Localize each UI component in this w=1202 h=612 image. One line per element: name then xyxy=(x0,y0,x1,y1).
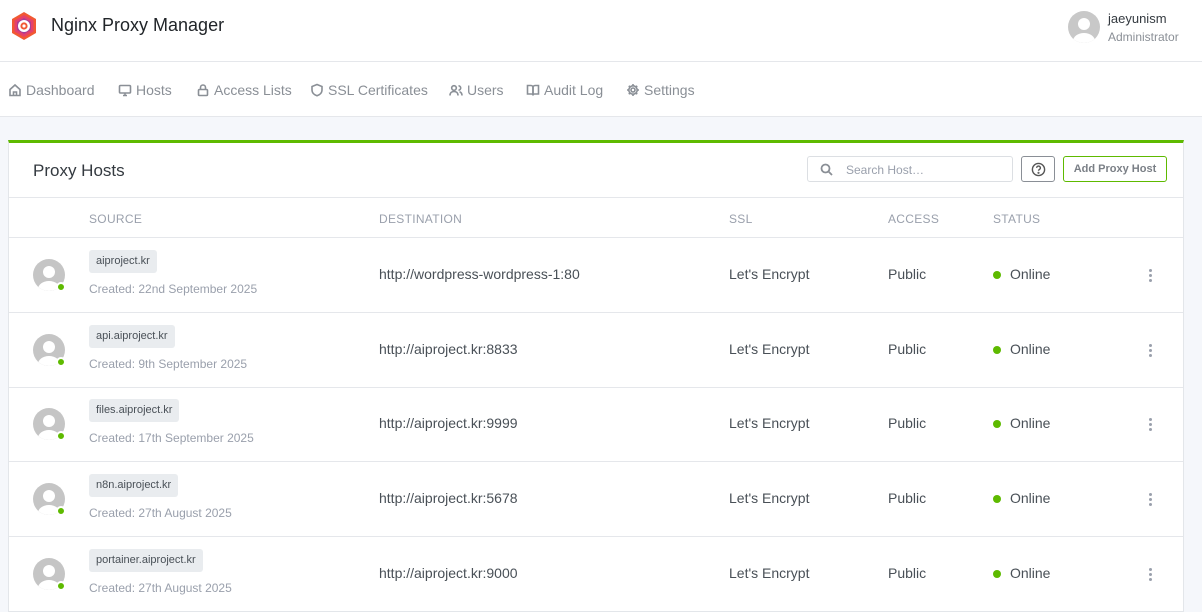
status: Online xyxy=(1010,565,1051,581)
status: Online xyxy=(1010,266,1051,282)
access: Public xyxy=(888,266,927,282)
destination: http://aiproject.kr:9999 xyxy=(379,415,518,431)
user-avatar[interactable] xyxy=(1068,11,1100,43)
gear-icon xyxy=(627,84,639,96)
created-date: Created: 9th September 2025 xyxy=(89,357,248,371)
nav-label: Hosts xyxy=(136,82,172,98)
user-name[interactable]: jaeyunism xyxy=(1108,11,1167,26)
nav-label: Dashboard xyxy=(26,82,95,98)
column-header-status[interactable]: STATUS xyxy=(993,212,1040,226)
domain-tag[interactable]: aiproject.kr xyxy=(89,250,157,273)
top-header: Nginx Proxy Manager jaeyunism Administra… xyxy=(0,0,1202,62)
ssl: Let's Encrypt xyxy=(729,490,810,506)
monitor-icon xyxy=(118,84,132,97)
nav-label: Audit Log xyxy=(544,82,604,98)
status-dot xyxy=(993,271,1001,279)
online-indicator xyxy=(56,431,66,441)
status-dot xyxy=(993,346,1001,354)
domain-tag[interactable]: portainer.aiproject.kr xyxy=(89,549,203,572)
main-nav: Dashboard Hosts Access Lists SSL Certifi… xyxy=(0,62,1202,117)
created-date: Created: 27th August 2025 xyxy=(89,506,232,520)
row-menu-icon[interactable] xyxy=(1142,488,1158,510)
app-title: Nginx Proxy Manager xyxy=(51,15,225,35)
nav-audit-log[interactable]: Audit Log xyxy=(526,81,603,99)
user-role: Administrator xyxy=(1108,30,1179,44)
help-button[interactable] xyxy=(1021,156,1055,182)
column-header-destination[interactable]: DESTINATION xyxy=(379,212,462,226)
nav-settings[interactable]: Settings xyxy=(626,81,695,99)
lock-icon xyxy=(197,84,209,97)
access: Public xyxy=(888,490,927,506)
status-dot xyxy=(993,420,1001,428)
column-header-ssl[interactable]: SSL xyxy=(729,212,753,226)
search-input[interactable] xyxy=(846,161,1006,178)
row-menu-icon[interactable] xyxy=(1142,413,1158,435)
nav-dashboard[interactable]: Dashboard xyxy=(8,81,95,99)
search-box xyxy=(807,156,1013,182)
nav-label: Access Lists xyxy=(214,82,292,98)
status-dot xyxy=(993,495,1001,503)
online-indicator xyxy=(56,506,66,516)
access: Public xyxy=(888,341,927,357)
table-row[interactable]: files.aiproject.kr Created: 17th Septemb… xyxy=(9,387,1183,462)
row-menu-icon[interactable] xyxy=(1142,264,1158,286)
access: Public xyxy=(888,415,927,431)
shield-icon xyxy=(311,83,323,97)
created-date: Created: 17th September 2025 xyxy=(89,431,254,445)
card-title: Proxy Hosts xyxy=(33,161,125,180)
home-icon xyxy=(9,83,21,97)
table-row[interactable]: portainer.aiproject.kr Created: 27th Aug… xyxy=(9,537,1183,612)
online-indicator xyxy=(56,357,66,367)
nav-users[interactable]: Users xyxy=(449,81,504,99)
online-indicator xyxy=(56,282,66,292)
nav-hosts[interactable]: Hosts xyxy=(118,81,172,99)
nav-label: SSL Certificates xyxy=(328,82,428,98)
table-row[interactable]: aiproject.kr Created: 22nd September 202… xyxy=(9,238,1183,313)
created-date: Created: 22nd September 2025 xyxy=(89,282,258,296)
ssl: Let's Encrypt xyxy=(729,341,810,357)
ssl: Let's Encrypt xyxy=(729,415,810,431)
proxy-hosts-card: Proxy Hosts Add Proxy Host SOURCE DESTIN… xyxy=(8,140,1184,612)
card-header: Proxy Hosts Add Proxy Host xyxy=(9,143,1183,198)
nginx-proxy-manager-logo[interactable] xyxy=(9,11,39,41)
column-header-source[interactable]: SOURCE xyxy=(89,212,142,226)
status: Online xyxy=(1010,415,1051,431)
users-icon xyxy=(449,84,463,96)
nav-access-lists[interactable]: Access Lists xyxy=(196,81,292,99)
nav-label: Users xyxy=(467,82,504,98)
status: Online xyxy=(1010,490,1051,506)
table-row[interactable]: n8n.aiproject.kr Created: 27th August 20… xyxy=(9,462,1183,537)
destination: http://aiproject.kr:9000 xyxy=(379,565,518,581)
book-icon xyxy=(526,84,540,96)
table-row[interactable]: api.aiproject.kr Created: 9th September … xyxy=(9,313,1183,388)
add-proxy-host-button[interactable]: Add Proxy Host xyxy=(1063,156,1167,182)
domain-tag[interactable]: files.aiproject.kr xyxy=(89,399,180,422)
domain-tag[interactable]: api.aiproject.kr xyxy=(89,325,175,348)
domain-tag[interactable]: n8n.aiproject.kr xyxy=(89,474,179,497)
ssl: Let's Encrypt xyxy=(729,565,810,581)
status: Online xyxy=(1010,341,1051,357)
search-icon xyxy=(820,163,833,176)
created-date: Created: 27th August 2025 xyxy=(89,581,232,595)
status-dot xyxy=(993,570,1001,578)
nav-label: Settings xyxy=(644,82,695,98)
row-menu-icon[interactable] xyxy=(1142,339,1158,361)
row-menu-icon[interactable] xyxy=(1142,563,1158,585)
destination: http://wordpress-wordpress-1:80 xyxy=(379,266,580,282)
column-header-access[interactable]: ACCESS xyxy=(888,212,939,226)
ssl: Let's Encrypt xyxy=(729,266,810,282)
destination: http://aiproject.kr:5678 xyxy=(379,490,518,506)
destination: http://aiproject.kr:8833 xyxy=(379,341,518,357)
nav-ssl-certificates[interactable]: SSL Certificates xyxy=(310,81,428,99)
online-indicator xyxy=(56,581,66,591)
help-circle-icon xyxy=(1031,162,1045,176)
access: Public xyxy=(888,565,927,581)
